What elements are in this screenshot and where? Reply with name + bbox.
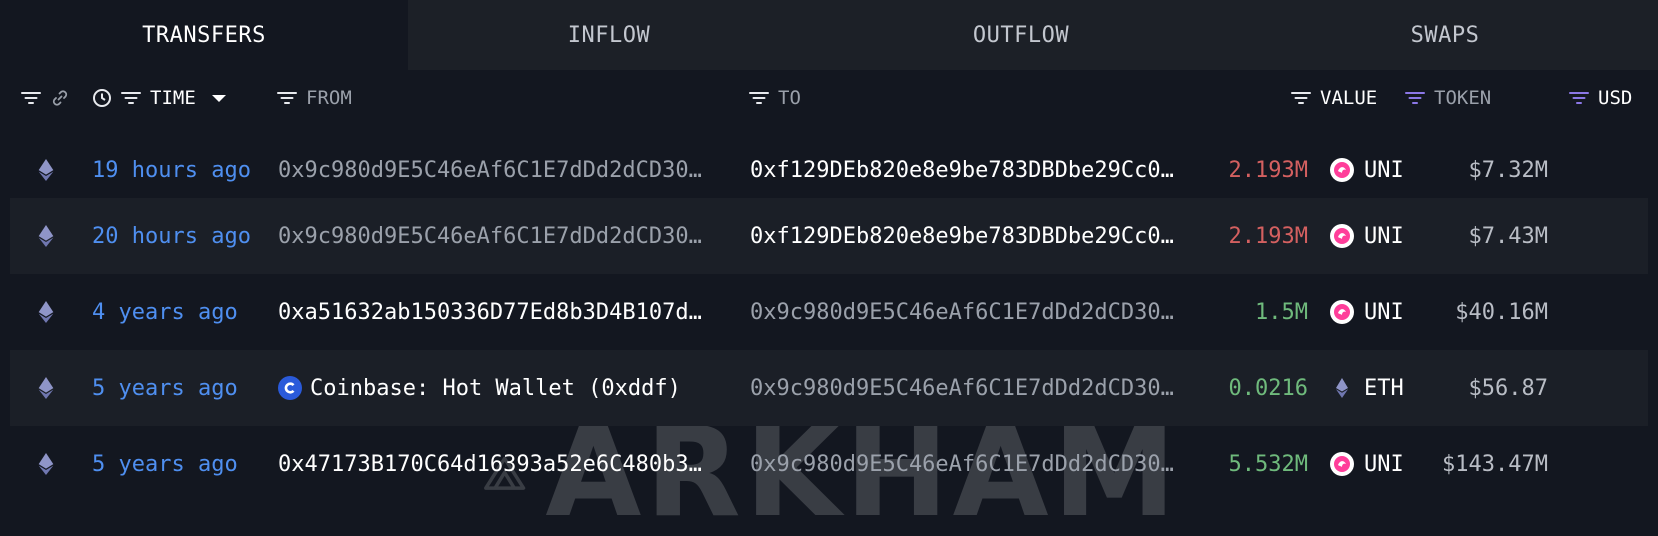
token-cell[interactable]: UNI: [1330, 132, 1404, 208]
filter-icon[interactable]: [120, 90, 142, 106]
value-column-header[interactable]: VALUE: [1290, 70, 1377, 126]
filter-active-icon[interactable]: [1568, 90, 1590, 106]
transfer-value: 2.193M: [1228, 157, 1308, 183]
value-header-label: VALUE: [1320, 87, 1378, 109]
usd-header-label: USD: [1598, 87, 1633, 109]
token-cell[interactable]: UNI: [1330, 198, 1404, 274]
usd-column-header[interactable]: USD: [1568, 70, 1632, 126]
from-header-label: FROM: [306, 87, 352, 109]
filter-icon[interactable]: [1290, 90, 1312, 106]
time-link[interactable]: 19 hours ago: [92, 132, 251, 208]
tab-transfers[interactable]: TRANSFERS: [0, 0, 408, 70]
uniswap-icon: [1330, 300, 1354, 324]
transfer-value: 0.0216: [1228, 375, 1308, 401]
table-row[interactable]: 4 years ago 0xa51632ab150336D77Ed8b3D4B1…: [10, 274, 1648, 350]
usd-value: $7.43M: [1468, 223, 1548, 249]
ethereum-icon: [38, 377, 54, 399]
token-cell[interactable]: ETH: [1330, 350, 1404, 426]
to-column-header[interactable]: TO: [748, 70, 801, 126]
usd-value: $143.47M: [1442, 451, 1548, 477]
tab-swaps[interactable]: SWAPS: [1232, 0, 1658, 70]
uniswap-icon: [1330, 224, 1354, 248]
coinbase-icon: [278, 376, 302, 400]
filter-active-icon[interactable]: [1404, 90, 1426, 106]
time-link[interactable]: 4 years ago: [92, 274, 238, 350]
transfer-value: 5.532M: [1228, 451, 1308, 477]
usd-value: $56.87: [1468, 375, 1548, 401]
usd-value: $40.16M: [1455, 299, 1548, 325]
to-address[interactable]: 0xf129DEb820e8e9be783DBDbe29Cc0…: [750, 198, 1200, 274]
time-link[interactable]: 5 years ago: [92, 350, 238, 426]
token-symbol: UNI: [1364, 157, 1404, 183]
token-header-label: TOKEN: [1434, 87, 1492, 109]
chain-filter[interactable]: [20, 70, 70, 126]
tab-bar: TRANSFERS INFLOW OUTFLOW SWAPS: [0, 0, 1658, 70]
uniswap-icon: [1330, 158, 1354, 182]
filter-icon[interactable]: [276, 90, 298, 106]
ethereum-icon: [38, 453, 54, 475]
table-row[interactable]: 20 hours ago 0x9c980d9E5C46eAf6C1E7dDd2d…: [10, 198, 1648, 274]
time-column-header[interactable]: TIME: [92, 70, 226, 126]
table-row[interactable]: 5 years ago Coinbase: Hot Wallet (0xddf)…: [10, 350, 1648, 426]
from-entity[interactable]: Coinbase: Hot Wallet (0xddf): [278, 350, 728, 426]
uniswap-icon: [1330, 452, 1354, 476]
link-icon[interactable]: [50, 88, 70, 108]
from-column-header[interactable]: FROM: [276, 70, 352, 126]
token-cell[interactable]: UNI: [1330, 274, 1404, 350]
table-header: TIME FROM TO VALUE TOKEN USD: [0, 70, 1658, 126]
from-address[interactable]: 0xa51632ab150336D77Ed8b3D4B107d…: [278, 274, 728, 350]
transfers-panel: TRANSFERS INFLOW OUTFLOW SWAPS TIME FROM…: [0, 0, 1658, 536]
from-address[interactable]: 0x9c980d9E5C46eAf6C1E7dDd2dCD30…: [278, 198, 728, 274]
transfer-value: 2.193M: [1228, 223, 1308, 249]
token-symbol: UNI: [1364, 451, 1404, 477]
filter-icon[interactable]: [20, 90, 42, 106]
filter-icon[interactable]: [748, 90, 770, 106]
usd-value: $7.32M: [1468, 157, 1548, 183]
to-header-label: TO: [778, 87, 801, 109]
transfer-value: 1.5M: [1255, 299, 1308, 325]
from-address[interactable]: 0x47173B170C64d16393a52e6C480b3…: [278, 426, 728, 502]
ethereum-icon: [1336, 378, 1348, 398]
to-address[interactable]: 0x9c980d9E5C46eAf6C1E7dDd2dCD30…: [750, 426, 1200, 502]
from-address[interactable]: 0x9c980d9E5C46eAf6C1E7dDd2dCD30…: [278, 132, 728, 208]
token-symbol: ETH: [1364, 375, 1404, 401]
ethereum-icon: [38, 225, 54, 247]
time-link[interactable]: 20 hours ago: [92, 198, 251, 274]
from-entity-label: Coinbase: Hot Wallet (0xddf): [310, 375, 681, 401]
to-address[interactable]: 0x9c980d9E5C46eAf6C1E7dDd2dCD30…: [750, 274, 1200, 350]
sort-desc-icon[interactable]: [211, 94, 226, 102]
tab-inflow[interactable]: INFLOW: [408, 0, 810, 70]
ethereum-icon: [38, 159, 54, 181]
time-header-label: TIME: [150, 87, 196, 109]
table-row[interactable]: 19 hours ago 0x9c980d9E5C46eAf6C1E7dDd2d…: [10, 132, 1648, 208]
table-row[interactable]: 5 years ago 0x47173B170C64d16393a52e6C48…: [10, 426, 1648, 502]
token-symbol: UNI: [1364, 223, 1404, 249]
token-column-header[interactable]: TOKEN: [1404, 70, 1491, 126]
token-cell[interactable]: UNI: [1330, 426, 1404, 502]
token-symbol: UNI: [1364, 299, 1404, 325]
to-address[interactable]: 0x9c980d9E5C46eAf6C1E7dDd2dCD30…: [750, 350, 1200, 426]
tab-outflow[interactable]: OUTFLOW: [810, 0, 1232, 70]
time-link[interactable]: 5 years ago: [92, 426, 238, 502]
to-address[interactable]: 0xf129DEb820e8e9be783DBDbe29Cc0…: [750, 132, 1200, 208]
ethereum-icon: [38, 301, 54, 323]
clock-icon: [93, 89, 111, 107]
